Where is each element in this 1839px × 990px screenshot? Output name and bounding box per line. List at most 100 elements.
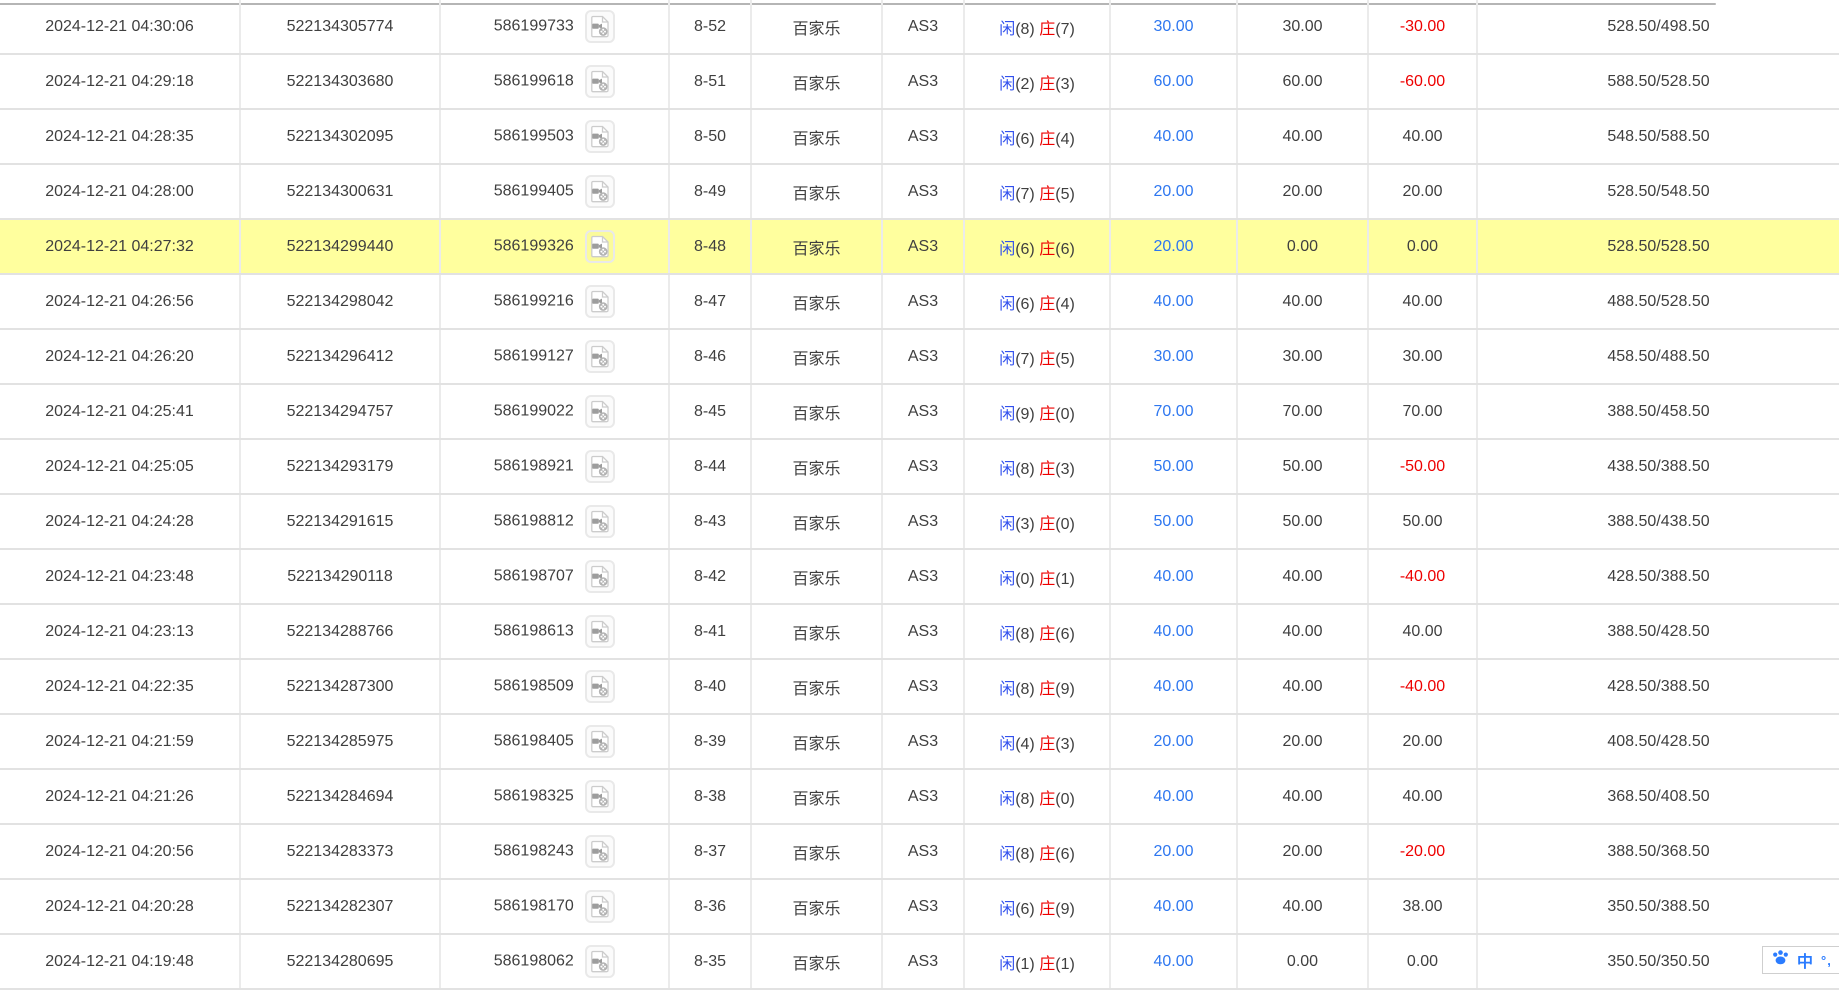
ime-paw-icon[interactable] (1772, 950, 1789, 970)
result-banker-points: (3) (1055, 75, 1075, 93)
cell-win-loss: -30.00 (1368, 0, 1478, 55)
cell-game-name: 百家乐 (751, 769, 883, 825)
result-player-label: 闲 (999, 295, 1016, 313)
cell-table-code: AS3 (882, 549, 965, 605)
cell-bet-amount[interactable]: 60.00 (1110, 54, 1238, 110)
cell-bet-amount[interactable]: 30.00 (1110, 329, 1238, 385)
ime-language-toggle[interactable]: 中 (1797, 948, 1813, 972)
result-banker-label: 庄 (1039, 295, 1056, 313)
cell-game-id: 586198707 (440, 549, 670, 605)
video-replay-button[interactable] (585, 175, 616, 208)
ime-toolbar[interactable]: 中 °, [ (1762, 946, 1839, 974)
cell-balance: 528.50/528.50 (1477, 219, 1839, 275)
table-row[interactable]: 2024-12-21 04:28:00 522134300631 5861994… (0, 164, 1839, 220)
cell-win-loss: 40.00 (1368, 274, 1478, 330)
result-player-points: (8) (1015, 460, 1035, 478)
cell-balance: 388.50/368.50 (1477, 824, 1839, 880)
cell-bet-amount[interactable]: 30.00 (1110, 0, 1238, 55)
video-replay-button[interactable] (585, 340, 616, 373)
table-row[interactable]: 2024-12-21 04:26:20 522134296412 5861991… (0, 329, 1839, 385)
cell-game-name: 百家乐 (751, 879, 883, 935)
game-id-text: 586198170 (493, 897, 574, 915)
cell-bet-amount[interactable]: 50.00 (1110, 439, 1238, 495)
cell-table-code: AS3 (882, 824, 965, 880)
table-row[interactable]: 2024-12-21 04:20:28 522134282307 5861981… (0, 879, 1839, 935)
table-row[interactable]: 2024-12-21 04:27:32 522134299440 5861993… (0, 219, 1839, 275)
cell-bet-amount[interactable]: 40.00 (1110, 659, 1238, 715)
video-replay-button[interactable] (585, 505, 616, 538)
video-replay-button[interactable] (585, 890, 616, 923)
cell-bet-amount[interactable]: 40.00 (1110, 549, 1238, 605)
video-replay-button[interactable] (585, 230, 616, 263)
video-replay-icon (591, 235, 609, 258)
video-replay-button[interactable] (585, 780, 616, 813)
game-id-text: 586198707 (493, 567, 574, 585)
video-replay-button[interactable] (585, 945, 616, 978)
game-id-text: 586199022 (493, 402, 574, 420)
table-row[interactable]: 2024-12-21 04:22:35 522134287300 5861985… (0, 659, 1839, 715)
result-banker-points: (3) (1055, 460, 1075, 478)
cell-round: 8-49 (669, 164, 752, 220)
cell-valid-amount: 40.00 (1237, 549, 1369, 605)
cell-bet-amount[interactable]: 40.00 (1110, 934, 1238, 990)
video-replay-button[interactable] (585, 10, 616, 43)
table-row[interactable]: 2024-12-21 04:23:48 522134290118 5861987… (0, 549, 1839, 605)
cell-bet-amount[interactable]: 20.00 (1110, 219, 1238, 275)
table-row[interactable]: 2024-12-21 04:30:06 522134305774 5861997… (0, 0, 1839, 55)
result-player-points: (1) (1015, 955, 1035, 973)
cell-bet-amount[interactable]: 20.00 (1110, 824, 1238, 880)
cell-bet-amount[interactable]: 50.00 (1110, 494, 1238, 550)
video-replay-button[interactable] (585, 395, 616, 428)
result-banker-points: (6) (1055, 845, 1075, 863)
cell-bet-amount[interactable]: 40.00 (1110, 879, 1238, 935)
video-replay-button[interactable] (585, 615, 616, 648)
table-row[interactable]: 2024-12-21 04:23:13 522134288766 5861986… (0, 604, 1839, 660)
video-replay-icon (591, 510, 609, 533)
cell-bet-amount[interactable]: 70.00 (1110, 384, 1238, 440)
cell-bet-id: 522134287300 (240, 659, 441, 715)
table-row[interactable]: 2024-12-21 04:28:35 522134302095 5861995… (0, 109, 1839, 165)
video-replay-button[interactable] (585, 450, 616, 483)
cell-result: 闲(2) 庄(3) (964, 54, 1111, 110)
video-replay-button[interactable] (585, 285, 616, 318)
table-row[interactable]: 2024-12-21 04:20:56 522134283373 5861982… (0, 824, 1839, 880)
cell-bet-id: 522134290118 (240, 549, 441, 605)
game-id-text: 586198243 (493, 842, 574, 860)
cell-bet-id: 522134296412 (240, 329, 441, 385)
table-row[interactable]: 2024-12-21 04:21:59 522134285975 5861984… (0, 714, 1839, 770)
video-replay-button[interactable] (585, 560, 616, 593)
table-row[interactable]: 2024-12-21 04:24:28 522134291615 5861988… (0, 494, 1839, 550)
cell-time: 2024-12-21 04:23:48 (0, 549, 241, 605)
video-replay-button[interactable] (585, 120, 616, 153)
table-row[interactable]: 2024-12-21 04:21:26 522134284694 5861983… (0, 769, 1839, 825)
cell-game-name: 百家乐 (751, 164, 883, 220)
result-banker-points: (0) (1055, 790, 1075, 808)
result-banker-label: 庄 (1039, 405, 1056, 423)
cell-round: 8-51 (669, 54, 752, 110)
cell-time: 2024-12-21 04:25:05 (0, 439, 241, 495)
video-replay-button[interactable] (585, 725, 616, 758)
cell-bet-amount[interactable]: 40.00 (1110, 274, 1238, 330)
cell-time: 2024-12-21 04:30:06 (0, 0, 241, 55)
cell-bet-amount[interactable]: 40.00 (1110, 604, 1238, 660)
game-id-text: 586198812 (493, 512, 574, 530)
ime-punctuation-toggle[interactable]: °, (1821, 953, 1832, 968)
cell-bet-amount[interactable]: 40.00 (1110, 769, 1238, 825)
table-row[interactable]: 2024-12-21 04:26:56 522134298042 5861992… (0, 274, 1839, 330)
video-replay-icon (591, 70, 609, 93)
table-row[interactable]: 2024-12-21 04:25:05 522134293179 5861989… (0, 439, 1839, 495)
cell-win-loss: 30.00 (1368, 329, 1478, 385)
video-replay-button[interactable] (585, 65, 616, 98)
cell-bet-amount[interactable]: 20.00 (1110, 714, 1238, 770)
result-banker-label: 庄 (1039, 680, 1056, 698)
cell-bet-amount[interactable]: 20.00 (1110, 164, 1238, 220)
video-replay-button[interactable] (585, 835, 616, 868)
video-replay-button[interactable] (585, 670, 616, 703)
table-row[interactable]: 2024-12-21 04:19:48 522134280695 5861980… (0, 934, 1839, 990)
table-row[interactable]: 2024-12-21 04:25:41 522134294757 5861990… (0, 384, 1839, 440)
cell-time: 2024-12-21 04:22:35 (0, 659, 241, 715)
cell-bet-id: 522134300631 (240, 164, 441, 220)
cell-bet-amount[interactable]: 40.00 (1110, 109, 1238, 165)
table-row[interactable]: 2024-12-21 04:29:18 522134303680 5861996… (0, 54, 1839, 110)
bet-records-table: 2024-12-21 04:30:06 522134305774 5861997… (0, 0, 1839, 990)
